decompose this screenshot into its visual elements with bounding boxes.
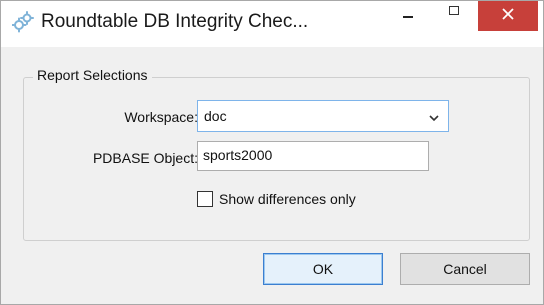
pdbase-object-label: PDBASE Object: — [92, 150, 198, 166]
workspace-label: Workspace: — [124, 109, 198, 125]
window-title: Roundtable DB Integrity Chec... — [41, 11, 309, 32]
title-bar[interactable]: Roundtable DB Integrity Chec... — [1, 1, 543, 47]
dialog-content: Report Selections Workspace: doc PDBASE … — [9, 47, 535, 297]
minimize-button[interactable] — [385, 1, 431, 31]
minimize-icon — [403, 16, 413, 18]
gears-icon — [11, 11, 34, 33]
close-icon — [502, 7, 514, 25]
group-title: Report Selections — [33, 67, 152, 83]
chevron-down-icon — [428, 111, 440, 123]
pdbase-object-input[interactable] — [198, 142, 428, 168]
pdbase-object-field[interactable] — [197, 141, 429, 171]
cancel-button[interactable]: Cancel — [400, 253, 530, 285]
close-button[interactable] — [478, 1, 538, 31]
ok-button[interactable]: OK — [263, 253, 383, 285]
show-differences-label[interactable]: Show differences only — [219, 191, 356, 207]
maximize-icon — [449, 5, 459, 15]
dialog-window: Roundtable DB Integrity Chec... Report S… — [0, 0, 544, 305]
show-differences-checkbox[interactable] — [197, 191, 213, 207]
workspace-select-value: doc — [204, 108, 227, 124]
show-differences-row[interactable]: Show differences only — [197, 189, 356, 209]
workspace-select[interactable]: doc — [197, 100, 449, 132]
maximize-button[interactable] — [431, 1, 477, 31]
